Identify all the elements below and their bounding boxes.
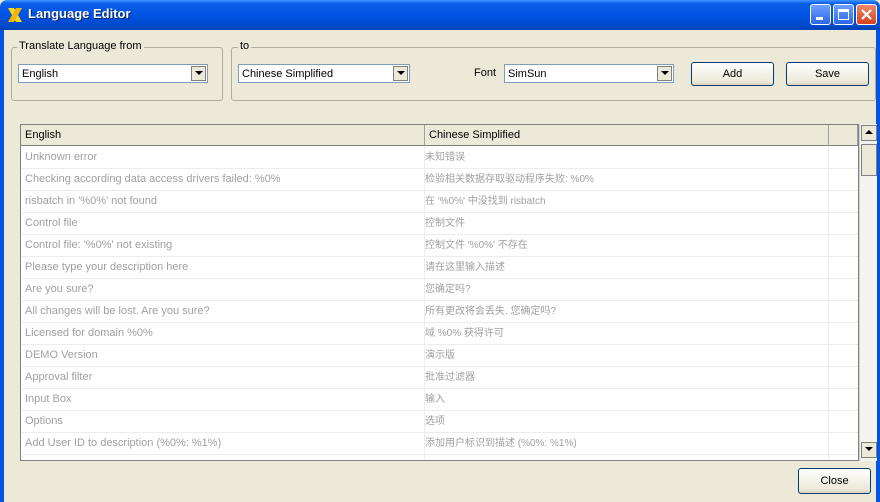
from-language-value: English	[22, 68, 59, 80]
source-text-cell[interactable]: Licensed for domain %0%	[25, 323, 423, 345]
source-text-cell[interactable]: Control file	[25, 213, 423, 235]
to-label: to	[238, 40, 252, 52]
translated-text-cell[interactable]: 添加用户标识到描述 (%0%: %1%)	[425, 433, 825, 455]
table-row[interactable]: Add User ID to description (%0%: %1%) 添加用…	[21, 433, 858, 455]
scroll-down-icon	[865, 447, 873, 451]
source-text-cell[interactable]: Checking according data access drivers f…	[25, 169, 423, 191]
window-title: Language Editor	[28, 6, 131, 21]
dropdown-arrow-icon[interactable]	[191, 66, 206, 81]
close-window-button[interactable]	[856, 4, 877, 25]
source-text-cell[interactable]: risbatch in '%0%' not found	[25, 191, 423, 213]
translated-text-cell[interactable]: 控制文件	[425, 213, 825, 235]
from-language-select[interactable]: English	[18, 64, 208, 83]
minimize-icon	[816, 17, 823, 20]
dropdown-arrow-icon[interactable]	[657, 66, 672, 81]
translated-text-cell[interactable]: 在 '%0%' 中没找到 risbatch	[425, 191, 825, 213]
table-row[interactable]: All changes will be lost. Are you sure? 所…	[21, 301, 858, 323]
translation-grid[interactable]: English Chinese Simplified Unknown error…	[20, 124, 859, 461]
source-text-cell[interactable]: Options	[25, 411, 423, 433]
table-row[interactable]: DEMO Version 演示版	[21, 345, 858, 367]
to-language-value: Chinese Simplified	[242, 68, 334, 80]
scroll-thumb[interactable]	[861, 144, 877, 176]
translated-text-cell[interactable]: 选项	[425, 411, 825, 433]
column-header-spacer	[829, 125, 858, 146]
font-value: SimSun	[508, 68, 547, 80]
table-row[interactable]: Licensed for domain %0% 域 %0% 获得许可	[21, 323, 858, 345]
window-frame-left	[0, 30, 4, 502]
table-row[interactable]: Control file 控制文件	[21, 213, 858, 235]
translated-text-cell[interactable]: 所有更改将会丢失. 您确定吗?	[425, 301, 825, 323]
column-header-target[interactable]: Chinese Simplified	[425, 125, 829, 146]
translated-text-cell[interactable]: 您确定吗?	[425, 279, 825, 301]
scroll-down-button[interactable]	[861, 442, 877, 458]
title-bar[interactable]: Language Editor	[0, 0, 880, 30]
dropdown-arrow-icon[interactable]	[393, 66, 408, 81]
table-row[interactable]: Options 选项	[21, 411, 858, 433]
translated-text-cell[interactable]: 域 %0% 获得许可	[425, 323, 825, 345]
source-text-cell[interactable]: Please type your description here	[25, 257, 423, 279]
table-row[interactable]: risbatch in '%0%' not found 在 '%0%' 中没找到 …	[21, 191, 858, 213]
table-row[interactable]: Unknown error 未知错误	[21, 147, 858, 169]
maximize-button[interactable]	[833, 4, 854, 25]
app-x-icon	[6, 6, 24, 24]
translated-text-cell[interactable]: 批准过滤器	[425, 367, 825, 389]
table-row[interactable]: Input Box 输入	[21, 389, 858, 411]
table-row[interactable]: Approval filter 批准过滤器	[21, 367, 858, 389]
source-text-cell[interactable]: DEMO Version	[25, 345, 423, 367]
source-text-cell[interactable]: All changes will be lost. Are you sure?	[25, 301, 423, 323]
save-button[interactable]: Save	[786, 62, 869, 86]
from-label: Translate Language from	[17, 40, 144, 52]
source-text-cell[interactable]: Unknown error	[25, 147, 423, 169]
table-row[interactable]: Checking according data access drivers f…	[21, 169, 858, 191]
font-label: Font	[474, 67, 497, 79]
language-editor-window: Language Editor Translate Language from …	[0, 0, 880, 502]
scroll-up-button[interactable]	[861, 125, 877, 141]
to-language-select[interactable]: Chinese Simplified	[238, 64, 410, 83]
scroll-up-icon	[865, 130, 873, 134]
source-text-cell[interactable]: Control file: '%0%' not existing	[25, 235, 423, 257]
source-text-cell[interactable]: Add User ID to description (%0%: %1%)	[25, 433, 423, 455]
translated-text-cell[interactable]: 控制文件 '%0%' 不存在	[425, 235, 825, 257]
source-text-cell[interactable]: Approval filter	[25, 367, 423, 389]
vertical-scrollbar[interactable]	[859, 124, 877, 461]
translated-text-cell[interactable]: 演示版	[425, 345, 825, 367]
minimize-button[interactable]	[810, 4, 831, 25]
translated-text-cell[interactable]: 检验相关数据存取驱动程序失败: %0%	[425, 169, 825, 191]
column-header-source[interactable]: English	[21, 125, 425, 146]
table-row[interactable]: Please type your description here 请在这里输入描…	[21, 257, 858, 279]
close-button[interactable]: Close	[798, 468, 871, 494]
translated-text-cell[interactable]: 输入	[425, 389, 825, 411]
source-text-cell[interactable]: Are you sure?	[25, 279, 423, 301]
source-text-cell[interactable]: Input Box	[25, 389, 423, 411]
table-row[interactable]: Control file: '%0%' not existing 控制文件 '%0…	[21, 235, 858, 257]
add-button[interactable]: Add	[691, 62, 774, 86]
font-select[interactable]: SimSun	[504, 64, 674, 83]
maximize-icon	[838, 9, 849, 20]
translated-text-cell[interactable]: 未知错误	[425, 147, 825, 169]
translated-text-cell[interactable]: 请在这里输入描述	[425, 257, 825, 279]
table-row[interactable]: Are you sure? 您确定吗?	[21, 279, 858, 301]
close-icon	[861, 9, 872, 20]
